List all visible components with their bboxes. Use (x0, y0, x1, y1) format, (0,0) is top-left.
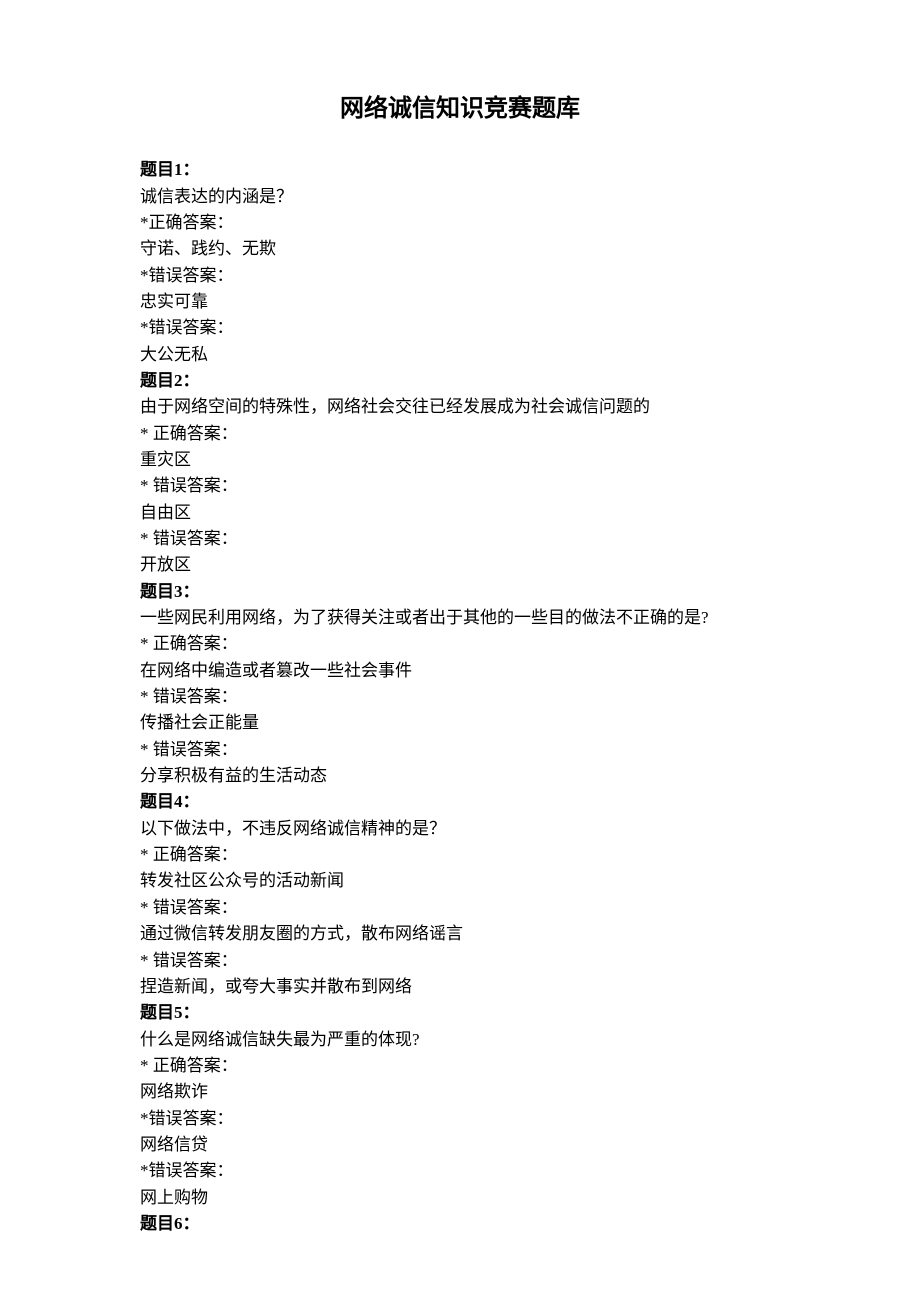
answer-label: * 正确答案： (140, 421, 780, 447)
question-heading: 题目5： (140, 1000, 780, 1026)
answer-label: * 错误答案： (140, 737, 780, 763)
answer-label: * 正确答案： (140, 842, 780, 868)
answer-label: * 正确答案： (140, 631, 780, 657)
answer-text: 捏造新闻，或夸大事实并散布到网络 (140, 974, 780, 1000)
question-prompt: 一些网民利用网络，为了获得关注或者出于其他的一些目的做法不正确的是? (140, 605, 780, 631)
answer-text: 在网络中编造或者篡改一些社会事件 (140, 658, 780, 684)
question-heading: 题目4： (140, 789, 780, 815)
question-block-2: 题目2： 由于网络空间的特殊性，网络社会交往已经发展成为社会诚信问题的 * 正确… (140, 368, 780, 579)
answer-label: *错误答案： (140, 1158, 780, 1184)
answer-label: *错误答案： (140, 263, 780, 289)
question-heading: 题目1： (140, 157, 780, 183)
answer-label: * 错误答案： (140, 526, 780, 552)
answer-text: 守诺、践约、无欺 (140, 236, 780, 262)
question-heading: 题目3： (140, 579, 780, 605)
answer-label: * 正确答案： (140, 1053, 780, 1079)
question-prompt: 什么是网络诚信缺失最为严重的体现? (140, 1027, 780, 1053)
answer-text: 转发社区公众号的活动新闻 (140, 868, 780, 894)
answer-text: 分享积极有益的生活动态 (140, 763, 780, 789)
question-block-1: 题目1： 诚信表达的内涵是？ *正确答案： 守诺、践约、无欺 *错误答案： 忠实… (140, 157, 780, 368)
question-block-6: 题目6： (140, 1211, 780, 1237)
answer-label: *正确答案： (140, 210, 780, 236)
answer-text: 忠实可靠 (140, 289, 780, 315)
question-block-4: 题目4： 以下做法中，不违反网络诚信精神的是？ * 正确答案： 转发社区公众号的… (140, 789, 780, 1000)
question-heading: 题目2： (140, 368, 780, 394)
question-prompt: 由于网络空间的特殊性，网络社会交往已经发展成为社会诚信问题的 (140, 394, 780, 420)
question-block-5: 题目5： 什么是网络诚信缺失最为严重的体现? * 正确答案： 网络欺诈 *错误答… (140, 1000, 780, 1211)
answer-label: *错误答案： (140, 1106, 780, 1132)
answer-text: 通过微信转发朋友圈的方式，散布网络谣言 (140, 921, 780, 947)
answer-text: 自由区 (140, 500, 780, 526)
answer-text: 传播社会正能量 (140, 710, 780, 736)
answer-text: 网上购物 (140, 1185, 780, 1211)
answer-text: 网络信贷 (140, 1132, 780, 1158)
answer-text: 网络欺诈 (140, 1079, 780, 1105)
question-heading: 题目6： (140, 1211, 780, 1237)
question-prompt: 诚信表达的内涵是？ (140, 184, 780, 210)
question-prompt: 以下做法中，不违反网络诚信精神的是？ (140, 816, 780, 842)
answer-label: * 错误答案： (140, 948, 780, 974)
answer-label: * 错误答案： (140, 895, 780, 921)
answer-text: 重灾区 (140, 447, 780, 473)
question-block-3: 题目3： 一些网民利用网络，为了获得关注或者出于其他的一些目的做法不正确的是? … (140, 579, 780, 790)
document-title: 网络诚信知识竞赛题库 (140, 90, 780, 127)
answer-label: * 错误答案： (140, 473, 780, 499)
answer-text: 开放区 (140, 552, 780, 578)
answer-text: 大公无私 (140, 342, 780, 368)
answer-label: * 错误答案： (140, 684, 780, 710)
answer-label: *错误答案： (140, 315, 780, 341)
